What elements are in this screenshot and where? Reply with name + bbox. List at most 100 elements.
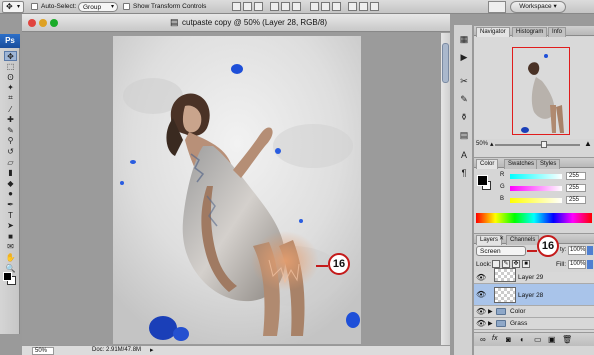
tool-preset-picker[interactable]: ✥ ▾ [2, 1, 24, 13]
align-center-icon[interactable] [281, 2, 290, 11]
distribute-center-icon[interactable] [359, 2, 368, 11]
hand-icon[interactable]: ✋ [4, 252, 17, 262]
align-bottom-icon[interactable] [254, 2, 263, 11]
tab-channels[interactable]: Channels [506, 235, 540, 245]
auto-select-checkbox[interactable] [31, 3, 38, 10]
distribute-top-icon[interactable] [310, 2, 319, 11]
show-transform-checkbox[interactable] [123, 3, 130, 10]
zoom-window-icon[interactable] [50, 19, 58, 27]
close-window-icon[interactable] [28, 19, 36, 27]
zoom-field[interactable]: 50% [32, 347, 54, 355]
align-left-icon[interactable] [270, 2, 279, 11]
tool-presets-icon[interactable]: ✂ [458, 75, 470, 87]
layer-group-row[interactable]: 👁 ▶ Grass [474, 318, 594, 330]
layer-row-selected[interactable]: 👁 Layer 28 [474, 284, 594, 306]
close-tab-icon[interactable]: ✕ [499, 235, 504, 242]
tab-styles[interactable]: Styles [536, 159, 561, 169]
history-panel-icon[interactable]: ▦ [458, 33, 470, 45]
eye-icon[interactable]: 👁 [476, 290, 486, 299]
lock-pixels-icon[interactable]: ✎ [502, 260, 510, 268]
foreground-color-swatch[interactable] [3, 272, 12, 281]
group-name[interactable]: Grass [510, 320, 527, 327]
actions-panel-icon[interactable]: ▶ [458, 51, 470, 63]
fill-field[interactable]: 100% [568, 260, 586, 269]
group-name[interactable]: Color [510, 308, 526, 315]
blue-slider[interactable] [510, 198, 562, 203]
zoom-slider-knob[interactable] [541, 141, 547, 148]
healing-icon[interactable]: ✚ [4, 115, 17, 125]
notes-icon[interactable]: ✉ [4, 242, 17, 252]
fill-dropdown-icon[interactable] [587, 260, 593, 269]
type-icon[interactable]: T [4, 210, 17, 220]
new-group-icon[interactable]: ▭ [534, 335, 542, 344]
tab-navigator[interactable]: Navigator [476, 27, 510, 37]
navigator-zoom[interactable]: 50% [476, 141, 488, 147]
lock-position-icon[interactable]: ✥ [512, 260, 520, 268]
distribute-bottom-icon[interactable] [332, 2, 341, 11]
character-panel-icon[interactable]: A [458, 149, 470, 161]
eraser-icon[interactable]: ▱ [4, 157, 17, 167]
align-top-icon[interactable] [232, 2, 241, 11]
align-middle-icon[interactable] [243, 2, 252, 11]
zoom-slider-track[interactable] [495, 144, 580, 146]
marquee-icon[interactable]: ⬚ [4, 62, 17, 72]
red-value[interactable]: 255 [566, 172, 586, 180]
shape-icon[interactable]: ■ [4, 231, 17, 241]
zoom-out-icon[interactable]: ▴ [490, 140, 494, 148]
crop-icon[interactable]: ⌗ [4, 93, 17, 103]
palette-well-icon[interactable] [488, 1, 506, 13]
align-right-icon[interactable] [292, 2, 301, 11]
tab-swatches[interactable]: Swatches [504, 159, 539, 169]
status-menu-icon[interactable]: ▸ [150, 346, 154, 354]
move-icon[interactable]: ✥ [4, 51, 17, 61]
lock-all-icon[interactable]: ■ [522, 260, 530, 268]
new-layer-icon[interactable]: ▣ [548, 335, 556, 344]
opacity-field[interactable]: 100% [568, 246, 586, 255]
gradient-icon[interactable]: ▮ [4, 168, 17, 178]
color-spectrum-bar[interactable] [476, 213, 592, 223]
magic-wand-icon[interactable]: ✦ [4, 83, 17, 93]
lasso-icon[interactable]: ʘ [4, 72, 17, 82]
layer-name[interactable]: Layer 29 [518, 274, 543, 281]
pen-icon[interactable]: ✒ [4, 199, 17, 209]
stamp-icon[interactable]: ⚲ [4, 136, 17, 146]
opacity-dropdown-icon[interactable] [587, 246, 593, 255]
distribute-right-icon[interactable] [370, 2, 379, 11]
brush-icon[interactable]: ✎ [4, 125, 17, 135]
lock-transparent-icon[interactable] [492, 260, 500, 268]
color-fg-swatch[interactable] [477, 175, 488, 186]
tab-info[interactable]: Info [548, 27, 567, 37]
link-layers-icon[interactable]: ∞ [480, 335, 486, 344]
document-title-bar[interactable]: ▤ cutpaste copy @ 50% (Layer 28, RGB/8) [22, 14, 450, 32]
layer-row[interactable]: 👁 Layer 29 [474, 268, 594, 284]
vertical-scrollbar[interactable] [440, 33, 450, 345]
scroll-thumb[interactable] [442, 43, 449, 83]
distribute-left-icon[interactable] [348, 2, 357, 11]
paragraph-panel-icon[interactable]: ¶ [458, 167, 470, 179]
document-canvas[interactable] [113, 36, 361, 344]
blend-mode-select[interactable]: Screen [476, 246, 526, 256]
add-mask-icon[interactable]: ◙ [506, 335, 511, 344]
brushes-panel-icon[interactable]: ✎ [458, 93, 470, 105]
eye-icon[interactable]: 👁 [476, 307, 486, 316]
layer-name[interactable]: Layer 28 [518, 292, 543, 299]
layer-group-row[interactable]: 👁 ▶ Color [474, 306, 594, 318]
adjustment-layer-icon[interactable]: ◐ [520, 335, 525, 344]
tab-color[interactable]: Color [476, 159, 499, 169]
path-select-icon[interactable]: ➤ [4, 221, 17, 231]
trash-icon[interactable]: 🗑 [562, 335, 572, 344]
green-slider[interactable] [510, 186, 562, 191]
auto-select-dropdown[interactable]: Group [78, 2, 118, 12]
dodge-icon[interactable]: ● [4, 189, 17, 199]
green-value[interactable]: 255 [566, 184, 586, 192]
eyedropper-icon[interactable]: ⁄ [4, 104, 17, 114]
tab-histogram[interactable]: Histogram [512, 27, 548, 37]
eye-icon[interactable]: 👁 [476, 319, 486, 328]
clone-source-icon[interactable]: ⚱ [458, 111, 470, 123]
workspace-button[interactable]: Workspace ▾ [510, 1, 566, 13]
zoom-in-icon[interactable]: ▲ [584, 139, 592, 148]
layer-style-icon[interactable]: fx [492, 335, 497, 342]
navigator-view-box[interactable] [512, 47, 570, 135]
red-slider[interactable] [510, 174, 562, 179]
eye-icon[interactable]: 👁 [476, 273, 486, 282]
